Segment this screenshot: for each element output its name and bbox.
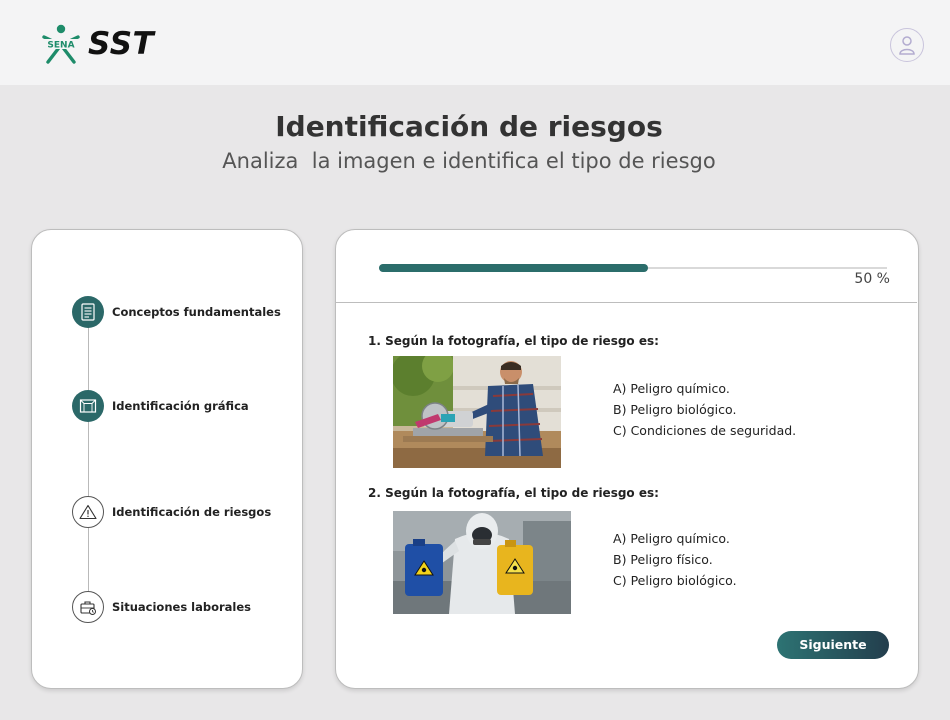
question-2-option-b[interactable]: B) Peligro físico. <box>613 549 737 570</box>
question-2-image <box>393 511 571 614</box>
step-situaciones-laborales[interactable]: Situaciones laborales <box>72 591 251 623</box>
step-label: Situaciones laborales <box>112 600 252 614</box>
question-2-option-a[interactable]: A) Peligro químico. <box>613 528 737 549</box>
progress-bar <box>379 264 648 272</box>
logo-text: SST <box>88 26 155 62</box>
svg-text:SENA: SENA <box>47 41 74 51</box>
briefcase-icon <box>72 591 104 623</box>
user-profile-button[interactable] <box>890 28 924 62</box>
step-label: Identificación gráfica <box>112 399 249 413</box>
timeline-line <box>88 312 89 607</box>
page-subtitle: Analiza la imagen e identifica el tipo d… <box>222 149 716 173</box>
top-bar: SENA SST <box>0 0 950 85</box>
question-2-options: A) Peligro químico. B) Peligro físico. C… <box>613 528 737 591</box>
question-1-option-a[interactable]: A) Peligro químico. <box>613 378 796 399</box>
question-1-image <box>393 356 561 468</box>
page-title: Identificación de riesgos <box>275 110 663 143</box>
question-1-option-c[interactable]: C) Condiciones de seguridad. <box>613 420 796 441</box>
question-1-options: A) Peligro químico. B) Peligro biológico… <box>613 378 796 441</box>
question-1-option-b[interactable]: B) Peligro biológico. <box>613 399 796 420</box>
step-identificacion-grafica[interactable]: Identificación gráfica <box>72 390 249 422</box>
next-button[interactable]: Siguiente <box>777 631 889 659</box>
hazmat-worker-with-containers-photo <box>393 511 571 614</box>
document-icon <box>72 296 104 328</box>
quiz-panel: 50 % 1. Según la fotografía, el tipo de … <box>335 229 919 689</box>
image-icon <box>72 390 104 422</box>
question-1-text: 1. Según la fotografía, el tipo de riesg… <box>368 334 659 348</box>
step-identificacion-riesgos[interactable]: Identificación de riesgos <box>72 496 271 528</box>
divider <box>336 302 917 303</box>
step-label: Conceptos fundamentales <box>112 305 281 319</box>
question-2-text: 2. Según la fotografía, el tipo de riesg… <box>368 486 659 500</box>
sena-logo-icon: SENA <box>42 24 80 64</box>
worker-with-miter-saw-photo <box>393 356 561 468</box>
step-label: Identificación de riesgos <box>112 505 272 519</box>
sena-sst-logo: SENA SST <box>40 24 154 64</box>
step-conceptos-fundamentales[interactable]: Conceptos fundamentales <box>72 296 281 328</box>
question-2-option-c[interactable]: C) Peligro biológico. <box>613 570 737 591</box>
warning-icon <box>72 496 104 528</box>
steps-panel: Conceptos fundamentales Identificación g… <box>31 229 303 689</box>
progress-percentage: 50 % <box>854 271 890 287</box>
user-icon <box>899 36 915 55</box>
